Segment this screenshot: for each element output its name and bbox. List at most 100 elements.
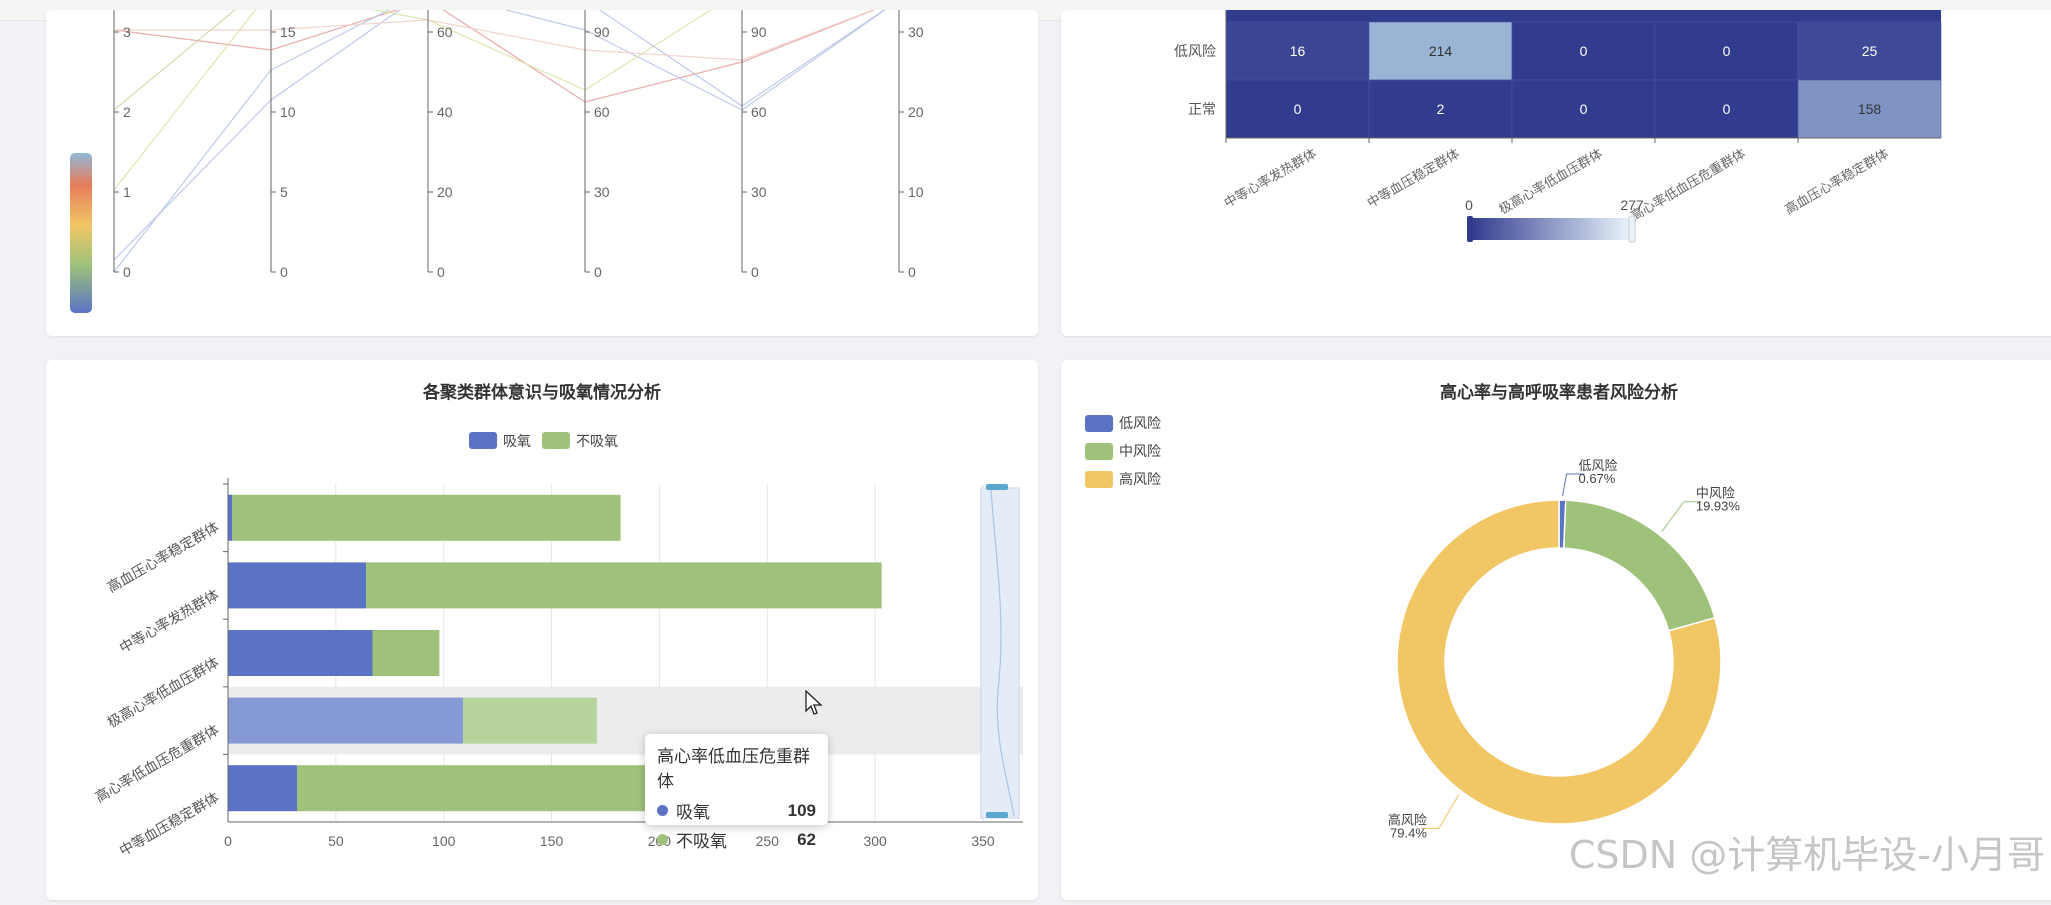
heatmap-visual-map-handle bbox=[1467, 216, 1473, 242]
y-category-label: 中等心率发热群体 bbox=[117, 586, 222, 656]
heatmap-cell-label: 0 bbox=[1580, 101, 1588, 117]
donut-chart-card: 高心率与高呼吸率患者风险分析 低风险 中风险 高风险 低风险 0.67% 中风险 19.93%… bbox=[1061, 360, 2051, 900]
heatmap-row-label: 低风险 bbox=[1174, 43, 1216, 59]
legend-label: 低风险 bbox=[1119, 415, 1161, 431]
parallel-line bbox=[114, 0, 900, 61]
heatmap-chart[interactable]: 16 214 0 0 25 低风险 0 2 0 0 158 正常中等心率发热群体 中等血压稳定群体 极高心… bbox=[1061, 10, 2051, 336]
risk-donut-chart[interactable]: 高心率与高呼吸率患者风险分析低风险中风险高风险低风险0.67%中风险19.93%… bbox=[1061, 360, 2051, 900]
heatmap-cell bbox=[1226, 10, 1941, 22]
legend-label: 高风险 bbox=[1119, 471, 1161, 487]
tooltip-value: 62 bbox=[797, 829, 816, 849]
x-tick-label: 100 bbox=[432, 833, 456, 849]
bar-segment bbox=[228, 765, 298, 812]
parallel-line bbox=[113, 0, 900, 261]
heatmap-visual-map-handle bbox=[1628, 215, 1636, 243]
y-category-label: 高血压心率稳定群体 bbox=[104, 519, 221, 596]
parallel-tick-label: 0 bbox=[123, 264, 131, 280]
heatmap-cell-label: 158 bbox=[1858, 101, 1882, 117]
oxygen-bar-chart[interactable]: 各聚类群体意识与吸氧情况分析吸氧不吸氧050100150200250300350… bbox=[46, 360, 1038, 900]
donut-label-value: 79.4% bbox=[1390, 825, 1427, 840]
tooltip-dot-green bbox=[657, 834, 668, 845]
parallel-tick-label: 0 bbox=[908, 264, 916, 280]
legend-swatch bbox=[469, 432, 497, 449]
heatmap-cell-label: 2 bbox=[1437, 101, 1445, 117]
donut-label-value: 19.93% bbox=[1696, 499, 1741, 514]
parallel-tick-label: 0 bbox=[594, 264, 602, 280]
heatmap-cell-label: 0 bbox=[1580, 43, 1588, 59]
chart-title: 各聚类群体意识与吸氧情况分析 bbox=[422, 382, 661, 402]
parallel-tick-label: 30 bbox=[908, 24, 924, 40]
parallel-tick-label: 15 bbox=[280, 24, 296, 40]
heatmap-cell-label: 16 bbox=[1290, 43, 1306, 59]
parallel-tick-label: 60 bbox=[437, 24, 453, 40]
bar-segment bbox=[228, 494, 233, 541]
legend-swatch bbox=[1085, 443, 1113, 460]
heatmap-cell-label: 25 bbox=[1862, 43, 1878, 59]
heatmap-visual-map-max: 277 bbox=[1620, 197, 1644, 213]
heatmap-col-label: 高心率低血压危重群体 bbox=[1628, 146, 1748, 224]
tooltip-row-oxygen: 吸氧 109 bbox=[657, 798, 816, 823]
legend-label: 不吸氧 bbox=[576, 433, 618, 449]
x-tick-label: 150 bbox=[540, 833, 564, 849]
parallel-tick-label: 10 bbox=[280, 104, 296, 120]
tooltip-row-no-oxygen: 不吸氧 62 bbox=[657, 827, 816, 852]
parallel-chart-card: 0123051015200204060030609003060900102030 bbox=[46, 0, 1038, 336]
parallel-tick-label: 10 bbox=[908, 184, 924, 200]
parallel-tick-label: 30 bbox=[594, 184, 610, 200]
parallel-tick-label: 90 bbox=[751, 24, 767, 40]
tooltip-value: 109 bbox=[787, 800, 816, 820]
legend-swatch bbox=[1085, 471, 1113, 488]
parallel-tick-label: 0 bbox=[751, 264, 759, 280]
mouse-cursor-icon bbox=[805, 690, 823, 715]
parallel-tick-label: 30 bbox=[751, 184, 767, 200]
x-tick-label: 300 bbox=[863, 833, 887, 849]
bar-segment bbox=[297, 765, 681, 812]
parallel-line bbox=[113, 0, 899, 191]
heatmap-col-label: 中等血压稳定群体 bbox=[1364, 146, 1462, 211]
legend-label: 中风险 bbox=[1119, 443, 1161, 459]
bar-segment bbox=[232, 494, 621, 541]
parallel-visual-map bbox=[70, 153, 92, 313]
donut-label-value: 0.67% bbox=[1578, 471, 1615, 486]
y-category-label: 极高心率低血压群体 bbox=[104, 654, 221, 731]
y-category-label: 中等血压稳定群体 bbox=[117, 789, 222, 859]
parallel-tick-label: 20 bbox=[908, 104, 924, 120]
parallel-tick-label: 1 bbox=[123, 184, 131, 200]
tooltip-name: 不吸氧 bbox=[676, 832, 727, 851]
bar-tooltip: 高心率低血压危重群体 吸氧 109 不吸氧 62 bbox=[645, 734, 828, 851]
x-tick-label: 50 bbox=[328, 833, 344, 849]
parallel-tick-label: 0 bbox=[280, 264, 288, 280]
parallel-tick-label: 40 bbox=[437, 104, 453, 120]
tooltip-dot-blue bbox=[657, 805, 668, 816]
parallel-line bbox=[113, 0, 900, 103]
data-zoom-handle bbox=[986, 812, 1008, 818]
heatmap-row-label: 正常 bbox=[1188, 101, 1216, 117]
heatmap-card: 16 214 0 0 25 低风险 0 2 0 0 158 正常 中等心率发热群体 中等血压稳定群体 极高心… bbox=[1061, 10, 2051, 336]
donut-slice bbox=[1563, 499, 1716, 632]
parallel-tick-label: 3 bbox=[123, 24, 131, 40]
heatmap-cell-label: 0 bbox=[1723, 43, 1731, 59]
bar-segment bbox=[228, 562, 367, 609]
heatmap-col-label: 高血压心率稳定群体 bbox=[1782, 146, 1891, 217]
bar-chart-card: 各聚类群体意识与吸氧情况分析吸氧不吸氧050100150200250300350… bbox=[46, 360, 1038, 900]
parallel-line bbox=[113, 0, 899, 111]
parallel-tick-label: 0 bbox=[437, 264, 445, 280]
data-zoom-handle bbox=[986, 484, 1008, 490]
heatmap-visual-map bbox=[1471, 218, 1631, 240]
tooltip-title: 高心率低血压危重群体 bbox=[657, 747, 810, 791]
watermark: CSDN @计算机毕设-小月哥 bbox=[1568, 833, 2045, 877]
parallel-line bbox=[113, 0, 900, 273]
heatmap-cell-label: 0 bbox=[1294, 101, 1302, 117]
heatmap-col-label: 中等心率发热群体 bbox=[1221, 146, 1319, 211]
chart-title: 高心率与高呼吸率患者风险分析 bbox=[1440, 382, 1678, 402]
data-zoom-slider bbox=[980, 487, 1020, 819]
x-tick-label: 350 bbox=[971, 833, 995, 849]
heatmap-cell-label: 0 bbox=[1723, 101, 1731, 117]
legend-swatch bbox=[1085, 415, 1113, 432]
legend-swatch bbox=[542, 432, 570, 449]
tooltip-name: 吸氧 bbox=[676, 803, 710, 822]
x-tick-label: 0 bbox=[224, 833, 232, 849]
parallel-chart[interactable]: 0123051015200204060030609003060900102030 bbox=[46, 0, 1038, 336]
bar-segment bbox=[463, 697, 597, 744]
heatmap-visual-map-min: 0 bbox=[1465, 197, 1473, 213]
